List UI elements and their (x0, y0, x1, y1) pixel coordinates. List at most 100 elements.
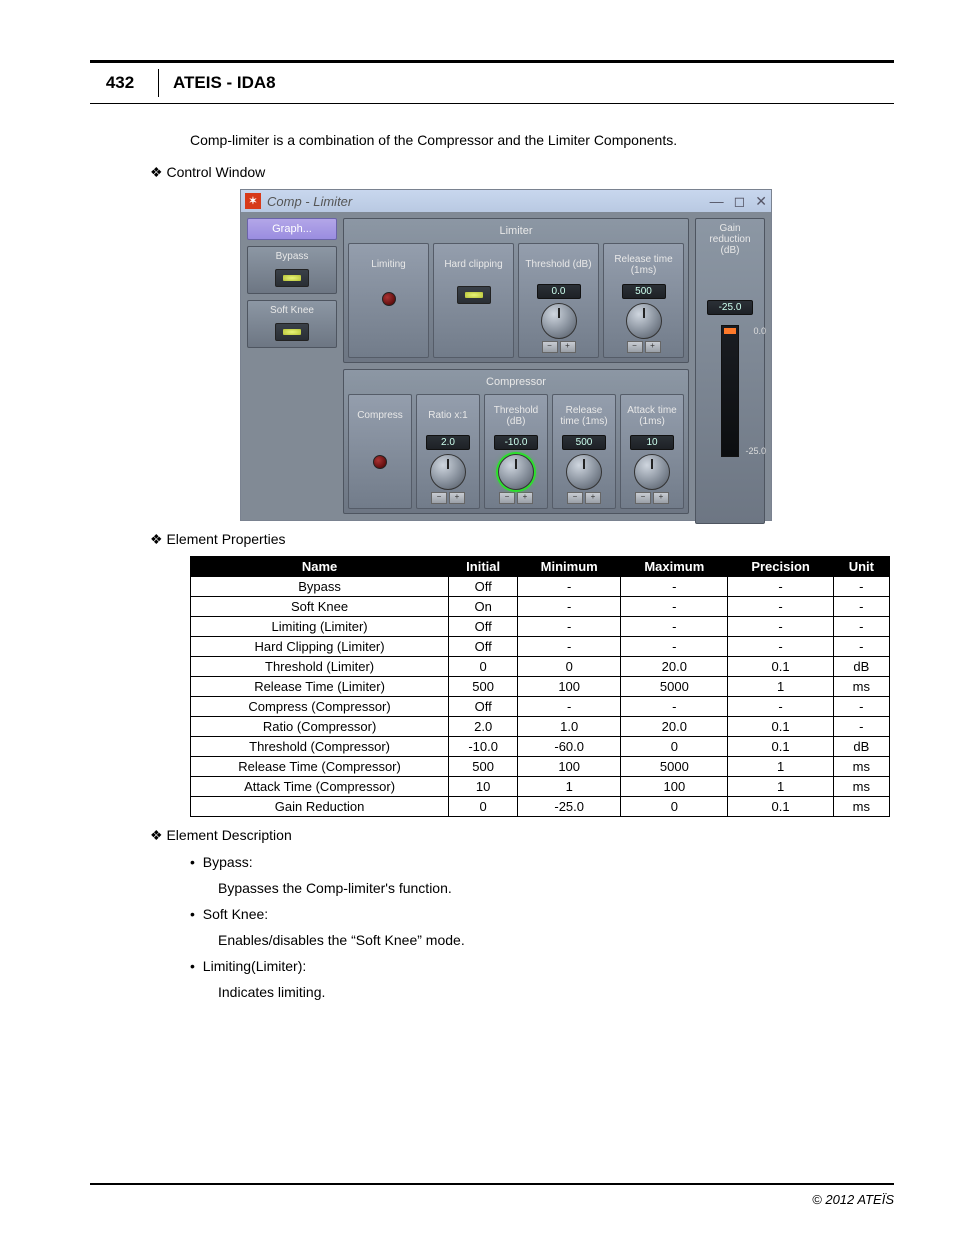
description-term: Soft Knee: (203, 906, 268, 922)
hard-clipping-toggle[interactable] (457, 286, 491, 304)
page-header: 432 ATEIS - IDA8 (90, 63, 894, 104)
limiter-release-cell: Release time (1ms) 500 −+ (603, 243, 684, 358)
table-header: Name (191, 557, 449, 577)
compress-led[interactable] (373, 455, 387, 469)
footer-copyright: © 2012 ATEÏS (812, 1192, 894, 1207)
table-row: Attack Time (Compressor)1011001ms (191, 777, 890, 797)
limiting-cell: Limiting (348, 243, 429, 358)
table-cell: - (728, 597, 833, 617)
table-cell: - (833, 697, 889, 717)
table-row: Compress (Compressor)Off---- (191, 697, 890, 717)
table-cell: 0.1 (728, 737, 833, 757)
comp-attack-spinner[interactable]: −+ (623, 492, 681, 504)
graph-button[interactable]: Graph... (247, 218, 337, 240)
properties-table: NameInitialMinimumMaximumPrecisionUnit B… (190, 556, 890, 817)
table-cell: ms (833, 677, 889, 697)
minimize-icon[interactable]: — (710, 193, 724, 210)
table-row: Release Time (Limiter)50010050001ms (191, 677, 890, 697)
table-cell: ms (833, 757, 889, 777)
table-cell: 20.0 (621, 657, 728, 677)
limiter-release-spinner[interactable]: −+ (606, 341, 681, 353)
maximize-icon[interactable]: ◻ (734, 193, 746, 210)
soft-knee-box: Soft Knee (247, 300, 337, 348)
table-cell: 20.0 (621, 717, 728, 737)
table-cell: - (833, 637, 889, 657)
ratio-label: Ratio x:1 (419, 399, 477, 433)
table-cell: -25.0 (518, 797, 621, 817)
limiter-threshold-value: 0.0 (537, 284, 581, 299)
window-title: Comp - Limiter (267, 194, 352, 209)
table-cell: 0 (449, 797, 518, 817)
table-cell: - (728, 697, 833, 717)
table-cell: 5000 (621, 677, 728, 697)
limiter-threshold-label: Threshold (dB) (521, 248, 596, 282)
limiting-led[interactable] (382, 292, 396, 306)
table-cell: 1 (728, 677, 833, 697)
table-cell: 100 (518, 757, 621, 777)
table-cell: Release Time (Limiter) (191, 677, 449, 697)
table-cell: 5000 (621, 757, 728, 777)
comp-threshold-knob[interactable] (498, 454, 534, 490)
table-cell: 2.0 (449, 717, 518, 737)
table-cell: Off (449, 637, 518, 657)
table-cell: -60.0 (518, 737, 621, 757)
comp-threshold-cell: Threshold (dB) -10.0 −+ (484, 394, 548, 509)
soft-knee-toggle[interactable] (275, 323, 309, 341)
comp-threshold-spinner[interactable]: −+ (487, 492, 545, 504)
table-cell: Threshold (Limiter) (191, 657, 449, 677)
table-cell: 0 (449, 657, 518, 677)
comp-attack-label: Attack time (1ms) (623, 399, 681, 433)
comp-release-cell: Release time (1ms) 500 −+ (552, 394, 616, 509)
limiter-threshold-spinner[interactable]: −+ (521, 341, 596, 353)
table-cell: - (621, 637, 728, 657)
table-cell: Bypass (191, 577, 449, 597)
compress-cell: Compress (348, 394, 412, 509)
table-cell: - (518, 577, 621, 597)
ratio-spinner[interactable]: −+ (419, 492, 477, 504)
app-icon: ✶ (245, 193, 261, 209)
description-item: Bypass: (170, 854, 894, 870)
limiter-threshold-knob[interactable] (541, 303, 577, 339)
table-cell: Off (449, 577, 518, 597)
intro-text: Comp-limiter is a combination of the Com… (190, 132, 894, 148)
comp-limiter-window: ✶ Comp - Limiter — ◻ ✕ Graph... Bypass S… (240, 189, 772, 521)
table-cell: - (728, 577, 833, 597)
table-cell: 10 (449, 777, 518, 797)
close-icon[interactable]: ✕ (755, 193, 767, 210)
table-cell: - (518, 617, 621, 637)
ratio-knob[interactable] (430, 454, 466, 490)
table-cell: 1 (728, 757, 833, 777)
description-text: Indicates limiting. (218, 984, 894, 1000)
table-cell: On (449, 597, 518, 617)
table-cell: Compress (Compressor) (191, 697, 449, 717)
page-number: 432 (90, 69, 159, 97)
table-row: Threshold (Limiter)0020.00.1dB (191, 657, 890, 677)
table-cell: ms (833, 777, 889, 797)
table-cell: Ratio (Compressor) (191, 717, 449, 737)
limiter-release-label: Release time (1ms) (606, 248, 681, 282)
comp-release-spinner[interactable]: −+ (555, 492, 613, 504)
bypass-label: Bypass (252, 251, 332, 263)
table-cell: 0 (518, 657, 621, 677)
table-cell: Attack Time (Compressor) (191, 777, 449, 797)
table-header: Unit (833, 557, 889, 577)
table-cell: - (833, 597, 889, 617)
meter-scale-bottom: -25.0 (745, 446, 766, 456)
table-cell: - (518, 697, 621, 717)
comp-release-knob[interactable] (566, 454, 602, 490)
ratio-cell: Ratio x:1 2.0 −+ (416, 394, 480, 509)
comp-attack-knob[interactable] (634, 454, 670, 490)
table-cell: 0.1 (728, 717, 833, 737)
table-cell: - (833, 717, 889, 737)
limiter-release-knob[interactable] (626, 303, 662, 339)
table-cell: - (728, 637, 833, 657)
bypass-toggle[interactable] (275, 269, 309, 287)
table-header: Initial (449, 557, 518, 577)
table-cell: 0.1 (728, 657, 833, 677)
table-cell: dB (833, 737, 889, 757)
table-row: Gain Reduction0-25.000.1ms (191, 797, 890, 817)
compressor-group: Compressor Compress Ratio x:1 2.0 −+ (343, 369, 689, 514)
limiting-label: Limiting (351, 248, 426, 282)
section-control-window: Control Window (150, 164, 894, 181)
limiter-title: Limiter (348, 223, 684, 243)
